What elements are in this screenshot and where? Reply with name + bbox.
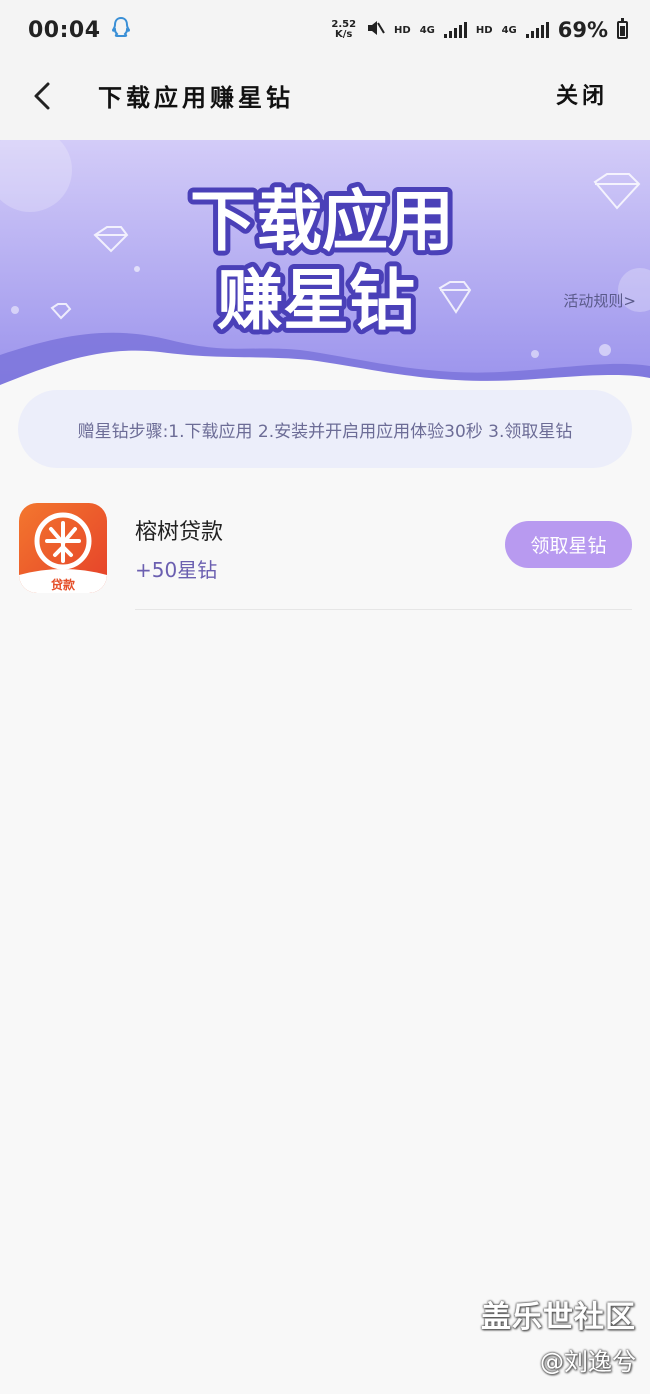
back-button[interactable] (26, 78, 62, 114)
signal-icon-1 (443, 22, 467, 38)
claim-reward-button[interactable]: 领取星钻 (505, 521, 632, 568)
watermark-author: @刘逸兮 (540, 1348, 636, 1376)
app-name: 榕树贷款 (135, 520, 224, 545)
network-type-1: 4G (419, 24, 435, 36)
divider (135, 609, 632, 610)
activity-rules-link[interactable]: 活动规则> (563, 290, 636, 311)
hd-badge-1: HD (394, 24, 411, 36)
battery-percent: 69% (557, 18, 608, 42)
hd-badge-2: HD (475, 24, 493, 36)
signal-icon-2 (525, 22, 549, 38)
banner-headline-line2: 赚星钻 (217, 262, 415, 339)
app-icon[interactable]: 贷款 (19, 503, 107, 593)
status-bar: 00:04 2.52 K/s HD 4G HD 4G 69% (0, 0, 650, 60)
app-reward: +50星钻 (135, 558, 218, 582)
nav-bar: 下载应用赚星钻 关闭 (0, 60, 650, 140)
watermark-community: 盖乐世社区 (481, 1300, 636, 1335)
page-title: 下载应用赚星钻 (98, 83, 294, 112)
promo-banner: 下载应用 下载应用 赚星钻 赚星钻 活动规则> (0, 140, 650, 390)
network-type-2: 4G (501, 24, 517, 36)
list-item: 贷款 榕树贷款 +50星钻 领取星钻 (0, 500, 650, 612)
steps-text: 赠星钻步骤:1.下载应用 2.安装并开启用应用体验30秒 3.领取星钻 (77, 421, 573, 442)
steps-instructions: 赠星钻步骤:1.下载应用 2.安装并开启用应用体验30秒 3.领取星钻 (18, 390, 632, 468)
status-time: 00:04 (28, 17, 101, 43)
qq-notification-icon (111, 16, 131, 44)
chevron-left-icon (34, 82, 50, 110)
svg-text:贷款: 贷款 (51, 577, 76, 592)
battery-icon (617, 18, 628, 39)
banner-headline-line1: 下载应用 (190, 183, 454, 260)
mute-icon (365, 18, 385, 42)
net-speed: 2.52 K/s (331, 19, 357, 40)
close-button[interactable]: 关闭 (556, 78, 608, 110)
